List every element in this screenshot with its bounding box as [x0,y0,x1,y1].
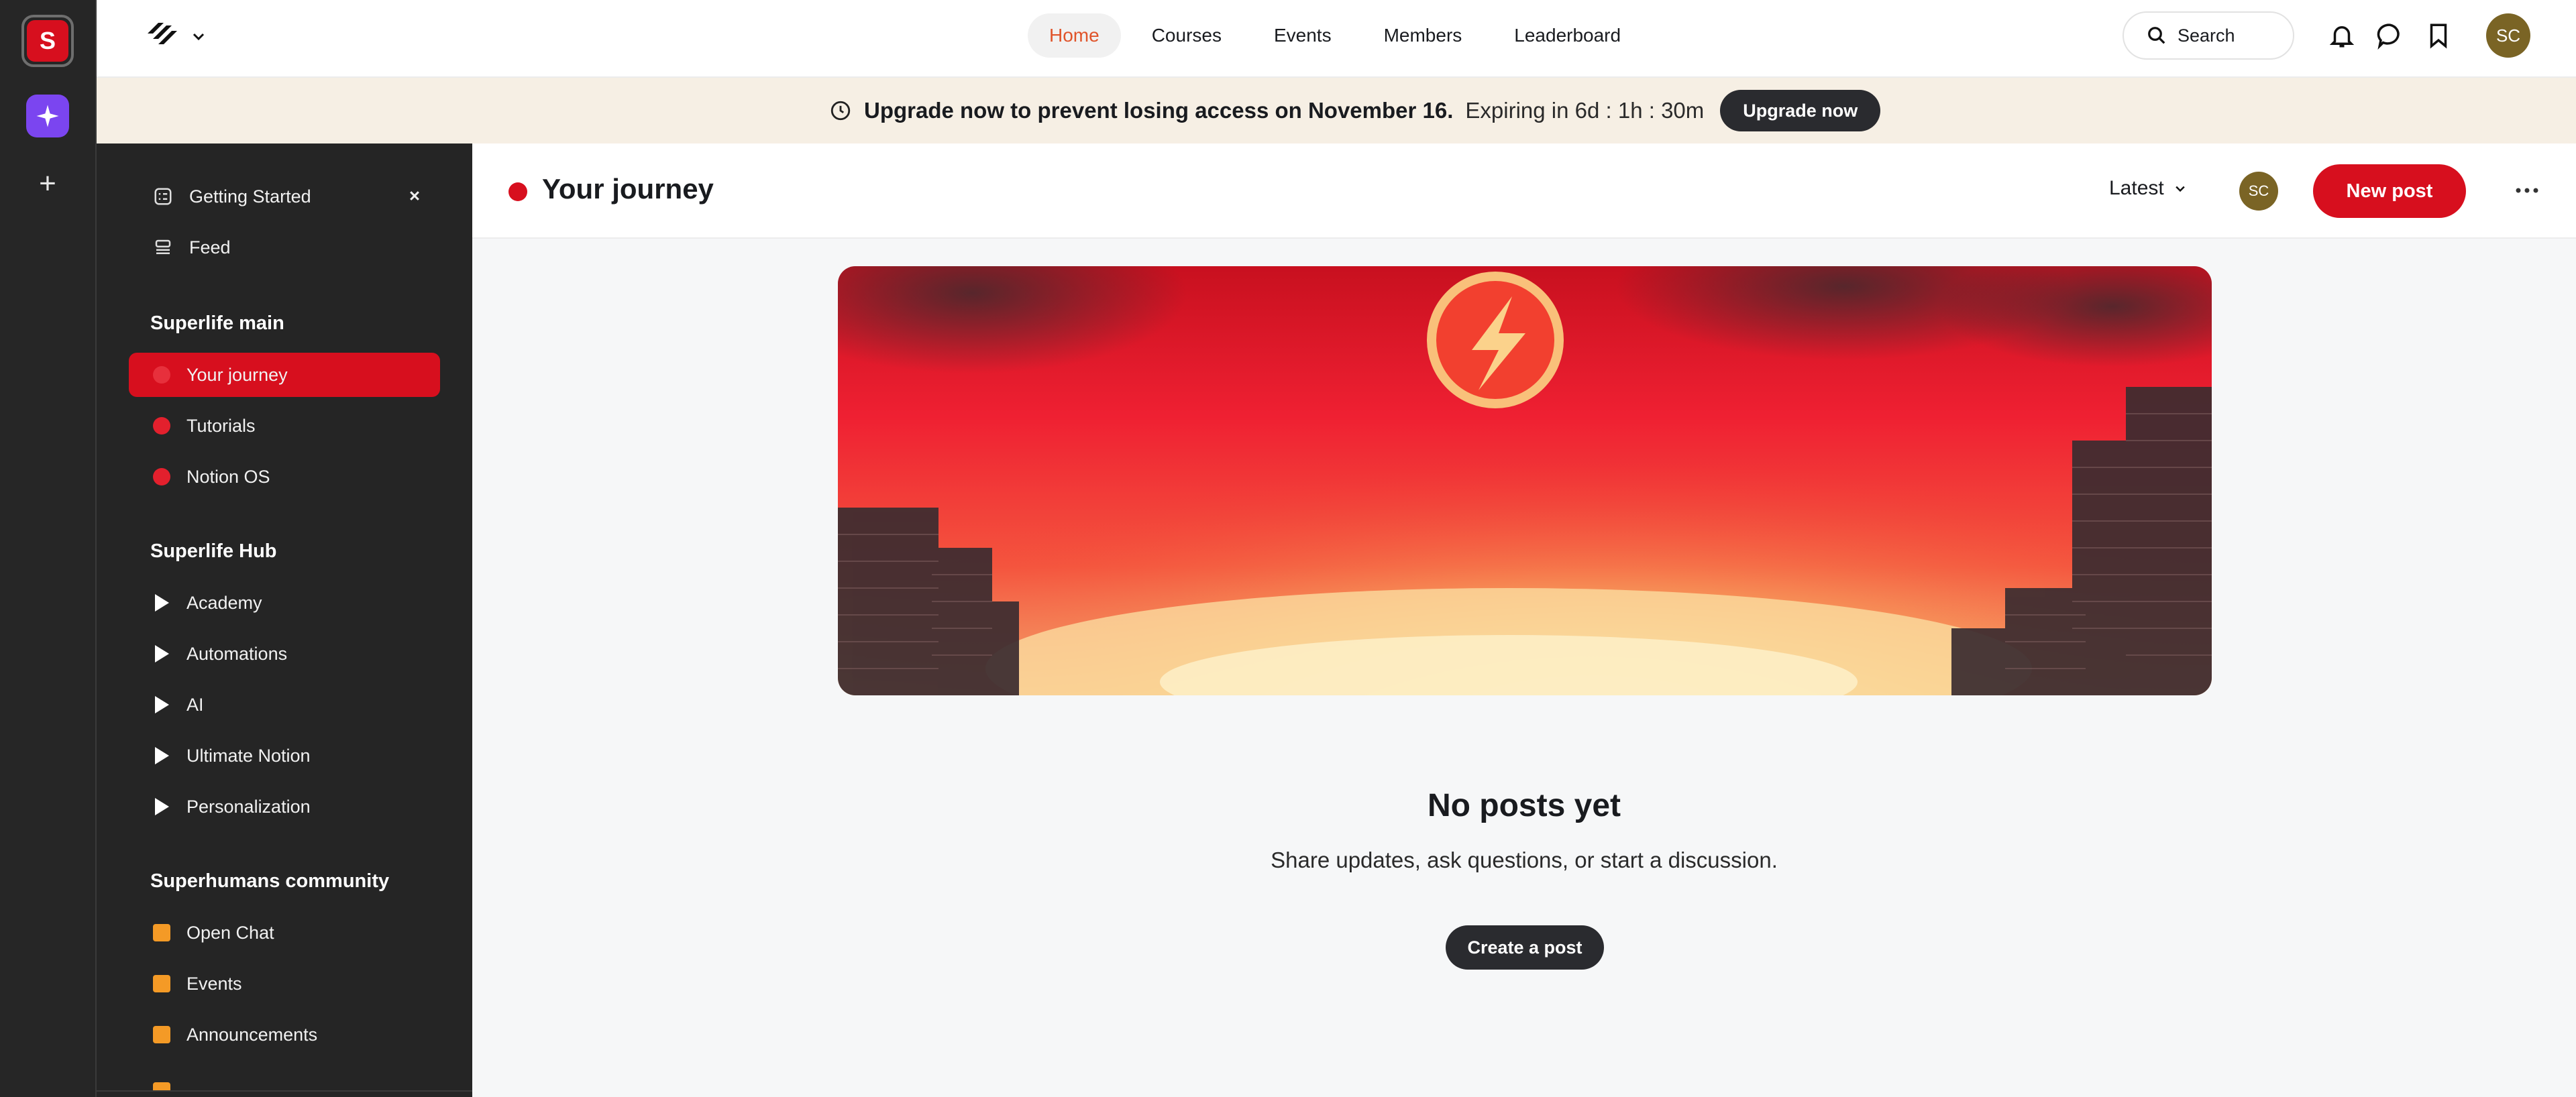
upgrade-now-button[interactable]: Upgrade now [1720,90,1881,131]
community-switcher-current[interactable]: S [21,15,74,67]
sidebar-item-label: Tutorials [186,415,256,436]
clock-icon [830,101,851,121]
red-dot-icon [153,468,170,485]
empty-state-subtitle: Share updates, ask questions, or start a… [1271,848,1778,872]
chevron-down-icon [2176,186,2185,192]
nav-events[interactable]: Events [1252,13,1353,58]
section-title: Superhumans community [150,870,390,892]
sort-label: Latest [2109,177,2164,199]
orange-square-icon [153,924,170,941]
new-post-button[interactable]: New post [2313,164,2466,218]
create-post-button[interactable]: Create a post [1446,925,1604,970]
sidebar-item-label: AI [186,694,204,715]
community-rail: S + [0,0,97,1097]
member-avatar[interactable]: SC [2239,172,2278,211]
sort-dropdown[interactable]: Latest [2109,177,2187,200]
banner-message: Upgrade now to prevent losing access on … [864,98,1454,123]
space-dot-icon [508,182,527,201]
sidebar-item-label: Getting Started [189,186,311,207]
nav-members[interactable]: Members [1362,13,1484,58]
sidebar-item-label: Your journey [186,364,288,385]
chat-bubble-icon[interactable] [2376,21,2404,50]
nav-home[interactable]: Home [1028,13,1121,58]
sidebar-item-label: Notion OS [186,466,270,487]
feed-icon [155,239,171,254]
sidebar-item-automations[interactable]: Automations [129,632,440,676]
sidebar-item-your-journey[interactable]: Your journey [129,353,440,397]
play-triangle-icon [155,747,169,764]
sidebar-item-label: Automations [186,643,288,664]
sidebar-divider [97,1090,472,1097]
orange-square-icon [153,975,170,992]
main-nav: Home Courses Events Members Leaderboard [1028,13,1642,58]
upgrade-banner: Upgrade now to prevent losing access on … [97,78,2576,143]
red-dot-icon [153,366,170,384]
space-header: Your journey Latest SC New post [472,143,2576,239]
empty-state-title: No posts yet [1427,788,1621,823]
nav-leaderboard[interactable]: Leaderboard [1493,13,1642,58]
sidebar-item-academy[interactable]: Academy [129,581,440,625]
search-button[interactable]: Search [2123,11,2294,60]
sidebar-item-events[interactable]: Events [129,962,440,1006]
sidebar-item-tutorials[interactable]: Tutorials [129,404,440,448]
sidebar-item-label: Open Chat [186,922,274,943]
nav-courses[interactable]: Courses [1130,13,1243,58]
section-title: Superlife Hub [150,540,277,562]
page-title: Your journey [542,173,714,205]
search-icon [2148,27,2165,44]
sidebar-item-label: Ultimate Notion [186,745,311,766]
bell-icon[interactable] [2328,21,2356,50]
checklist-icon [154,188,172,205]
play-triangle-icon [155,645,169,662]
bookmark-icon[interactable] [2424,21,2453,50]
space-cover-image [838,266,2212,695]
top-header: Home Courses Events Members Leaderboard … [97,0,2576,78]
sidebar-item-notion-os[interactable]: Notion OS [129,455,440,499]
sidebar-item-personalization[interactable]: Personalization [129,785,440,829]
sidebar-item-label: Feed [189,237,231,257]
sidebar-item-announcements[interactable]: Announcements [129,1013,440,1057]
play-triangle-icon [155,594,169,612]
sidebar-item-ultimate-notion[interactable]: Ultimate Notion [129,734,440,778]
chevron-down-icon[interactable] [191,28,207,44]
community-logo: S [27,20,68,62]
sparkle-icon [36,105,59,127]
banner-expiry: Expiring in 6d : 1h : 30m [1465,98,1705,123]
orange-square-icon [153,1026,170,1043]
sidebar: Getting Started Feed Superlife main Your… [97,143,472,1097]
user-avatar[interactable]: SC [2486,13,2530,58]
sidebar-item-ai[interactable]: AI [129,683,440,727]
close-icon[interactable] [405,186,424,205]
sidebar-item-open-chat[interactable]: Open Chat [129,911,440,955]
section-title: Superlife main [150,312,284,334]
sidebar-item-label: Events [186,973,242,994]
play-triangle-icon [155,798,169,815]
sidebar-item-label: Announcements [186,1024,318,1045]
more-options-icon[interactable] [2512,177,2542,204]
sidebar-item-getting-started[interactable]: Getting Started [129,174,440,219]
sidebar-item-label: Academy [186,592,262,613]
orange-square-icon [153,1082,170,1090]
play-triangle-icon [155,696,169,713]
search-label: Search [2178,25,2235,46]
add-community-plus-icon[interactable]: + [30,166,65,201]
sidebar-item-feed[interactable]: Feed [129,225,440,270]
sidebar-item-partial[interactable] [129,1063,440,1090]
ai-sparkle-button[interactable] [26,95,69,137]
sidebar-item-label: Personalization [186,796,311,817]
brand-logo-icon[interactable] [144,19,181,48]
red-dot-icon [153,417,170,435]
